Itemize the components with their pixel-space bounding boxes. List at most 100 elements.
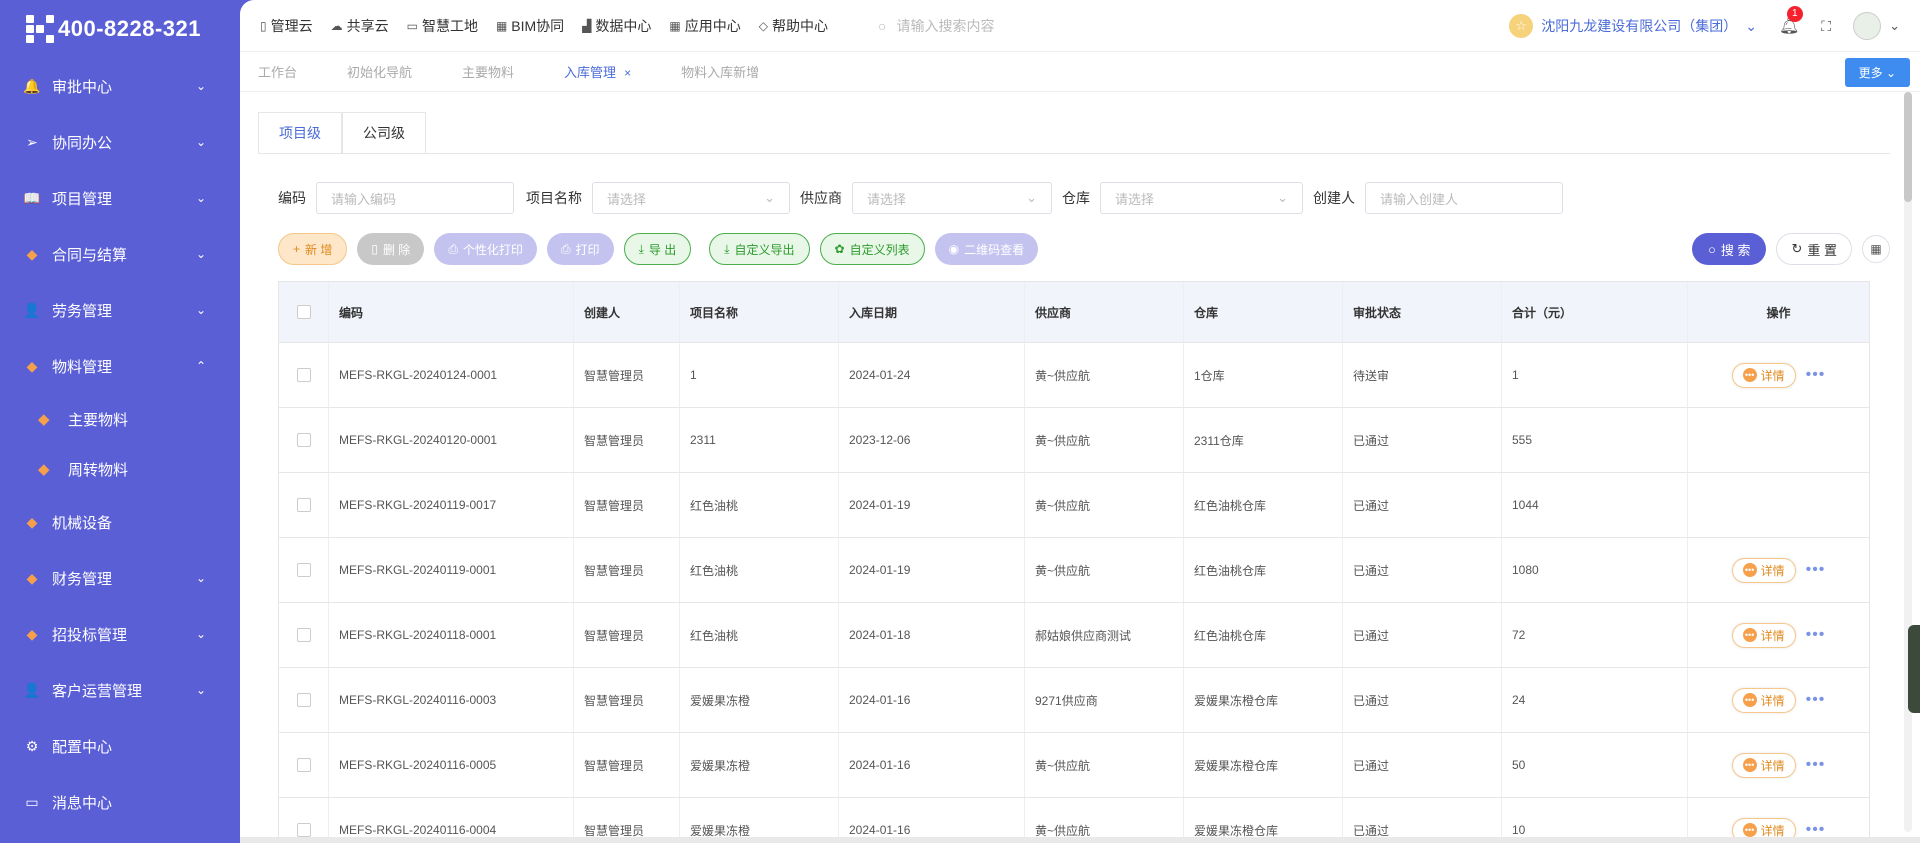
plus-icon: + [293,242,301,256]
tab-1[interactable]: 初始化导航 [347,62,437,81]
row-checkbox[interactable] [279,408,329,472]
gem-icon: ◆ [26,513,38,530]
column-header: 仓库 [1184,282,1343,342]
message-icon: ▭ [25,793,39,810]
top-menu-item-3[interactable]: ▦ BIM协同 [496,16,564,36]
sidebar-item-items2-0[interactable]: ◆ 机械设备 [0,494,240,550]
vertical-scrollbar[interactable] [1904,92,1912,832]
warehouse-select[interactable]: 请选择 ⌄ [1100,182,1303,214]
delete-label: 删 除 [382,242,411,257]
custom-columns-button[interactable]: ✿ 自定义列表 [819,233,925,265]
row-checkbox[interactable] [279,603,329,667]
more-dots-icon[interactable]: ••• [1806,756,1826,774]
sidebar-item-items-4[interactable]: 👤 劳务管理 ⌄ [0,282,240,338]
tab-4[interactable]: 物料入库新增 [681,62,784,81]
company-switcher[interactable]: ☆ 沈阳九龙建设有限公司（集团） ⌄ [1509,14,1757,38]
cell-code: MEFS-RKGL-20240116-0003 [329,668,574,732]
more-dots-icon[interactable]: ••• [1806,561,1826,579]
table-row[interactable]: MEFS-RKGL-20240118-0001 智慧管理员 红色油桃 2024-01-… [279,603,1869,668]
top-menu-item-4[interactable]: ▟ 数据中心 [582,16,651,36]
search-actions: ○ 搜 索 ↻ 重 置 ▦ [1691,233,1890,265]
detail-button[interactable]: ••• 详情 [1731,752,1796,778]
select-all-checkbox[interactable] [279,282,329,342]
row-checkbox[interactable] [279,733,329,797]
sidebar-item-items2-1[interactable]: ◆ 财务管理 ⌄ [0,550,240,606]
search-button[interactable]: ○ 搜 索 [1691,233,1767,265]
sidebar-subitem-0[interactable]: ◆ 主要物料 [0,394,240,444]
qr-view-button[interactable]: ◉ 二维码查看 [934,233,1039,265]
custom-export-button[interactable]: ⤓ 自定义导出 [709,233,810,265]
sidebar-item-items2-4[interactable]: ⚙ 配置中心 [0,718,240,774]
user-menu[interactable]: ⌄ [1853,12,1900,40]
detail-button[interactable]: ••• 详情 [1731,557,1796,583]
top-menu-item-2[interactable]: ▭ 智慧工地 [407,16,478,36]
sidebar-item-items2-2[interactable]: ◆ 招投标管理 ⌄ [0,606,240,662]
cell-code: MEFS-RKGL-20240116-0005 [329,733,574,797]
custom-print-label: 个性化打印 [462,242,523,257]
close-icon[interactable]: × [624,66,631,80]
detail-button[interactable]: ••• 详情 [1731,362,1796,388]
scrollbar-thumb[interactable] [1904,92,1912,202]
table-row[interactable]: MEFS-RKGL-20240120-0001 智慧管理员 2311 2023-12-… [279,408,1869,473]
detail-button[interactable]: ••• 详情 [1731,687,1796,713]
more-dots-icon[interactable]: ••• [1806,691,1826,709]
sidebar-item-label: 协同办公 [52,134,113,152]
row-checkbox[interactable] [279,473,329,537]
tab-3[interactable]: 入库管理 × [564,62,656,81]
print-button[interactable]: ⎙ 打印 [546,233,614,265]
logo[interactable]: 400-8228-321 [0,0,240,58]
sidebar-item-items-0[interactable]: 🔔 审批中心 ⌄ [0,58,240,114]
search-icon: ○ [1707,241,1716,257]
global-search[interactable]: ○ 请输入搜索内容 [878,16,1378,36]
project-select[interactable]: 请选择 ⌄ [592,182,790,214]
more-dots-icon[interactable]: ••• [1806,626,1826,644]
sidebar-item-items2-5[interactable]: ▭ 消息中心 [0,774,240,830]
table-row[interactable]: MEFS-RKGL-20240116-0005 智慧管理员 爱媛果冻橙 2024-01… [279,733,1869,798]
detail-label: 详情 [1760,628,1785,643]
cell-status: 已通过 [1343,538,1502,602]
sidebar-item-items-1[interactable]: ➢ 协同办公 ⌄ [0,114,240,170]
code-input[interactable]: 请输入编码 [316,182,514,214]
table-row[interactable]: MEFS-RKGL-20240119-0001 智慧管理员 红色油桃 2024-01-… [279,538,1869,603]
menu-icon: ▯ [260,18,267,33]
row-checkbox[interactable] [279,668,329,732]
more-button[interactable]: 更多 ⌄ [1844,58,1910,87]
table-row[interactable]: MEFS-RKGL-20240116-0003 智慧管理员 爱媛果冻橙 2024-01… [279,668,1869,733]
table-row[interactable]: MEFS-RKGL-20240119-0017 智慧管理员 红色油桃 2024-01-… [279,473,1869,538]
row-checkbox[interactable] [279,538,329,602]
sidebar-item-items-3[interactable]: ◆ 合同与结算 ⌄ [0,226,240,282]
top-menu-item-6[interactable]: ◇ 帮助中心 [759,16,828,36]
creator-input[interactable]: 请输入创建人 [1365,182,1563,214]
sidebar-item-items-2[interactable]: 📖 项目管理 ⌄ [0,170,240,226]
tab-project-level[interactable]: 项目级 [258,112,342,154]
delete-button[interactable]: ▯ 删 除 [357,233,425,265]
gem-icon: ◆ [26,569,38,586]
tab-2[interactable]: 主要物料 [462,62,539,81]
detail-label: 详情 [1760,368,1785,383]
more-dots-icon[interactable]: ••• [1806,366,1826,384]
tab-0[interactable]: 工作台 [258,62,322,81]
supplier-select[interactable]: 请选择 ⌄ [852,182,1052,214]
trash-icon: ▯ [371,242,378,256]
sidebar-item-items-5[interactable]: ◆ 物料管理 ⌃ [0,338,240,394]
top-menu-item-5[interactable]: ▦ 应用中心 [669,16,740,36]
row-checkbox[interactable] [279,343,329,407]
column-settings-icon[interactable]: ▦ [1862,235,1890,263]
top-menu-item-1[interactable]: ☁ 共享云 [331,16,389,36]
column-header: 供应商 [1025,282,1184,342]
horizontal-scrollbar[interactable] [240,837,1920,843]
menu-icon: ▦ [495,18,508,33]
table-row[interactable]: MEFS-RKGL-20240124-0001 智慧管理员 1 2024-01-24 黄… [279,343,1869,408]
add-button[interactable]: + 新 增 [278,233,348,265]
side-widget[interactable] [1908,625,1920,713]
sidebar-subitem-1[interactable]: ◆ 周转物料 [0,444,240,494]
detail-button[interactable]: ••• 详情 [1731,622,1796,648]
export-button[interactable]: ⤓ 导 出 [623,233,692,265]
fullscreen-icon[interactable]: ⛶ [1821,18,1831,35]
top-menu-item-0[interactable]: ▯ 管理云 [260,16,313,36]
custom-print-button[interactable]: ⎙ 个性化打印 [434,233,537,265]
reset-button[interactable]: ↻ 重 置 [1776,233,1852,265]
notification-bell-icon[interactable]: 🔔︎ 1 [1779,6,1803,36]
sidebar-item-items2-3[interactable]: 👤 客户运营管理 ⌄ [0,662,240,718]
tab-company-level[interactable]: 公司级 [342,112,426,154]
